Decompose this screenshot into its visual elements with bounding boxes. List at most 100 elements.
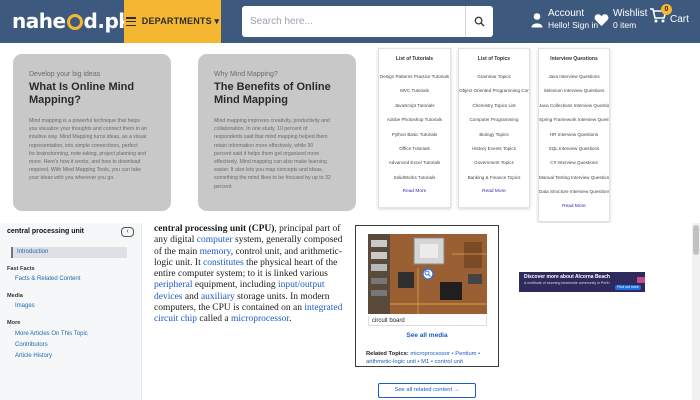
- account-link[interactable]: Account Hello! Sign in: [531, 8, 598, 31]
- hamburger-icon: [125, 17, 136, 26]
- ad-decoration: [637, 277, 645, 283]
- category-card-tutorials: List of Tutorials Design Patterns Practi…: [378, 48, 451, 208]
- toc-link[interactable]: Article History: [15, 353, 52, 359]
- category-item[interactable]: MVC Tutorials: [379, 84, 450, 98]
- category-card-interview-questions: Interview Questions Java Interview Quest…: [538, 48, 610, 222]
- chevron-left-icon: ‹: [126, 228, 129, 235]
- article-link[interactable]: auxiliary: [201, 292, 235, 302]
- category-item[interactable]: Office Tutorials: [379, 142, 450, 156]
- page-scrollbar[interactable]: [692, 223, 700, 400]
- wishlist-title: Wishlist: [613, 8, 648, 19]
- toc-link[interactable]: More Articles On This Topic: [15, 331, 88, 337]
- article-text: called a: [197, 314, 232, 325]
- toc-link[interactable]: Contributors: [15, 342, 48, 348]
- promo-kicker: Why Mind Mapping?: [214, 71, 278, 78]
- category-item[interactable]: Government Topics: [459, 156, 529, 170]
- search-button[interactable]: [465, 6, 493, 37]
- category-item[interactable]: Selenium Interview Questions: [539, 84, 609, 98]
- category-item[interactable]: HR Interview Questions: [539, 128, 609, 142]
- read-more-link[interactable]: Read More: [539, 200, 609, 214]
- article-link[interactable]: computer: [197, 235, 233, 245]
- category-item[interactable]: SQL Interview Questions: [539, 142, 609, 156]
- category-item[interactable]: History Events Topics: [459, 142, 529, 156]
- media-card: circuit board See all media Related Topi…: [355, 225, 499, 367]
- toc-section-heading: Fast Facts: [7, 266, 35, 272]
- article-link[interactable]: memory: [200, 247, 231, 257]
- see-all-related-content-button[interactable]: See all related content →: [378, 383, 476, 398]
- promo-heading: The Benefits of Online Mind Mapping: [214, 81, 331, 106]
- wishlist-link[interactable]: Wishlist 0 item: [594, 8, 647, 31]
- article-text: .: [289, 314, 292, 325]
- account-title: Account: [548, 8, 585, 19]
- category-item[interactable]: Python Basic Tutorials: [379, 128, 450, 142]
- user-icon: [531, 12, 543, 27]
- read-more-link[interactable]: Read More: [459, 185, 529, 199]
- category-item[interactable]: Java Interview Questions: [539, 70, 609, 84]
- category-item[interactable]: Grammar Topics: [459, 70, 529, 84]
- category-item[interactable]: Biology Topics: [459, 128, 529, 142]
- logo-prefix: nahe: [12, 9, 66, 33]
- article-text: equipment, including: [192, 280, 279, 291]
- category-item[interactable]: Java Collections Interview Questions: [539, 99, 609, 113]
- category-title: List of Topics: [477, 56, 511, 62]
- ad-subtitle: A multitude of stunning beachside commun…: [524, 281, 610, 285]
- page: nahed.pk DEPARTMENTS ▾ Account Hello! Si…: [0, 0, 700, 400]
- toc-link[interactable]: Images: [15, 303, 35, 309]
- category-item[interactable]: Object Oriented Programming Concepts: [459, 84, 529, 98]
- collapse-toc-button[interactable]: ‹: [121, 227, 134, 237]
- category-item[interactable]: Adobe Photoshop Tutorials: [379, 113, 450, 127]
- article-link[interactable]: microprocessor: [231, 314, 289, 324]
- category-item[interactable]: SolidWorks Tutorials: [379, 171, 450, 185]
- right-column: [508, 223, 692, 400]
- category-item[interactable]: Advanced Excel Tutorials: [379, 156, 450, 170]
- departments-label: DEPARTMENTS ▾: [141, 16, 220, 26]
- see-all-media-link[interactable]: See all media: [356, 332, 498, 339]
- scrollbar-thumb[interactable]: [693, 225, 699, 255]
- related-topics-label: Related Topics:: [366, 351, 409, 357]
- site-logo[interactable]: nahe d.pk: [12, 7, 132, 35]
- search-icon: [474, 16, 485, 27]
- read-more-link[interactable]: Read More: [379, 185, 450, 199]
- promo-heading: What Is Online Mind Mapping?: [29, 81, 135, 106]
- related-topics: Related Topics: microprocessor • Pentium…: [366, 351, 494, 366]
- image-caption: circuit board: [368, 316, 487, 326]
- circuit-board-image[interactable]: [368, 234, 487, 314]
- advertisement-banner[interactable]: Discover more about Alcorna Beach A mult…: [519, 272, 645, 292]
- heart-icon: [594, 13, 609, 26]
- article-link[interactable]: constitutes: [203, 258, 244, 268]
- promo-card-what-is-mind-mapping[interactable]: Develop your big ideas What Is Online Mi…: [13, 54, 171, 211]
- category-item[interactable]: C# Interview Questions: [539, 156, 609, 170]
- ad-cta-button[interactable]: Find out more: [615, 285, 641, 290]
- category-item[interactable]: Computer Programming: [459, 113, 529, 127]
- category-item[interactable]: Design Patterns Practice Tutorials: [379, 70, 450, 84]
- ad-title: Discover more about Alcorna Beach: [524, 274, 610, 280]
- toc-item-introduction[interactable]: Introduction: [11, 247, 127, 258]
- article-text: and: [182, 291, 201, 302]
- promo-body: Mind mapping is a powerful technique tha…: [29, 118, 147, 182]
- cart-link[interactable]: 0 Cart: [649, 4, 689, 25]
- departments-menu-button[interactable]: DEPARTMENTS ▾: [124, 0, 221, 43]
- toc-section-heading: More: [7, 320, 21, 326]
- category-item[interactable]: Spring Framework Interview Questions: [539, 113, 609, 127]
- search-input[interactable]: [242, 6, 465, 37]
- article-term: central processing unit (CPU): [154, 224, 275, 234]
- cart-count-badge: 0: [661, 4, 672, 15]
- category-item[interactable]: Chemistry Topics List: [459, 99, 529, 113]
- article-intro: central processing unit (CPU), principal…: [154, 224, 344, 326]
- category-title: List of Tutorials: [395, 56, 434, 62]
- table-of-contents: central processing unit ‹ Introduction F…: [0, 223, 142, 400]
- category-item[interactable]: Banking & Finance Topics: [459, 171, 529, 185]
- category-card-topics: List of Topics Grammar Topics Object Ori…: [458, 48, 530, 208]
- overlay-panel: Develop your big ideas What Is Online Mi…: [0, 43, 700, 223]
- category-item[interactable]: JavaScript Tutorials: [379, 99, 450, 113]
- category-item[interactable]: Data Structure Interview Questions: [539, 185, 609, 199]
- top-navigation-bar: nahed.pk DEPARTMENTS ▾ Account Hello! Si…: [0, 0, 700, 43]
- toc-link[interactable]: Facts & Related Content: [15, 276, 80, 282]
- article-link[interactable]: peripheral: [154, 280, 193, 290]
- category-item[interactable]: Manual Testing Interview Questions: [539, 171, 609, 185]
- category-title: Interview Questions: [550, 56, 598, 62]
- promo-card-benefits[interactable]: Why Mind Mapping? The Benefits of Online…: [198, 54, 356, 211]
- account-subtitle: Hello! Sign in: [548, 20, 599, 30]
- promo-kicker: Develop your big ideas: [29, 71, 101, 78]
- cart-label: Cart: [670, 14, 689, 25]
